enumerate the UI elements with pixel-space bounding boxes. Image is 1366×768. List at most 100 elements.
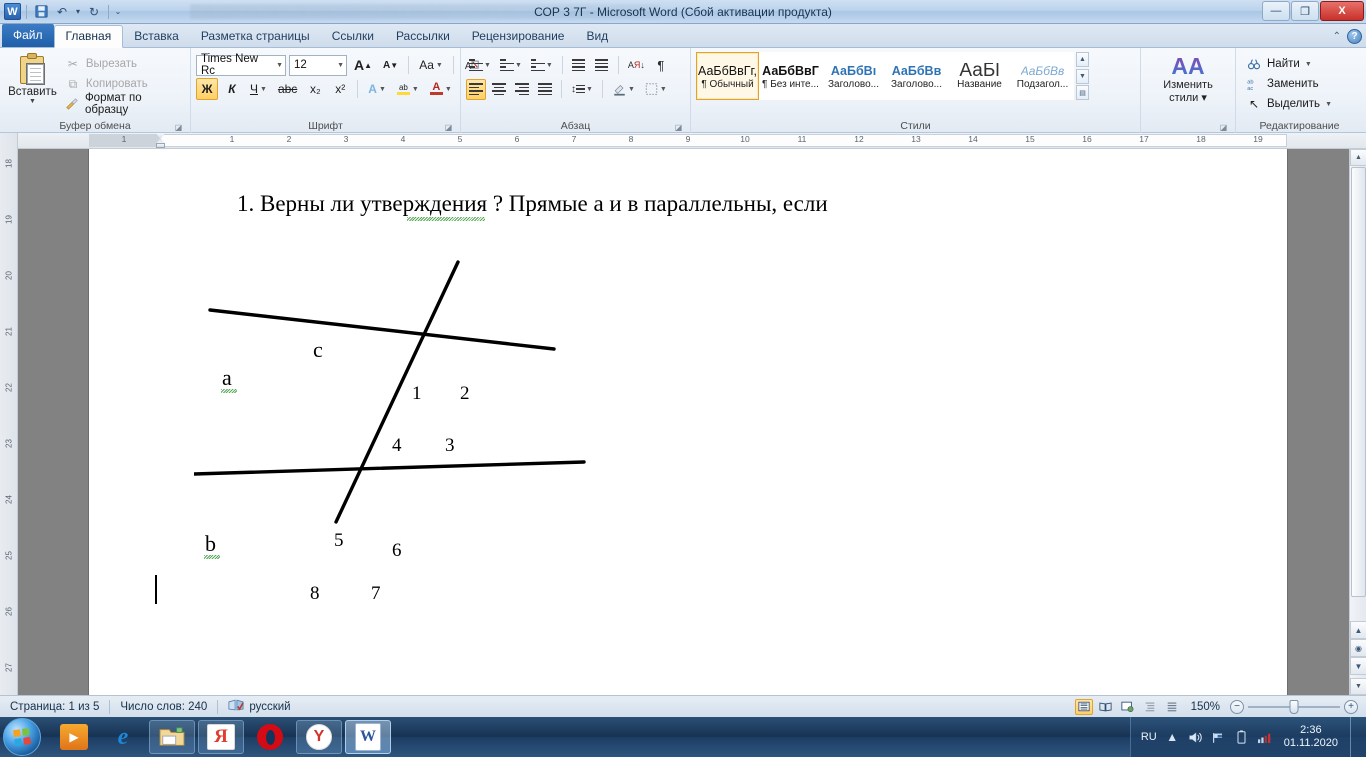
text-effects-button[interactable]: A ▼ [364,78,390,100]
scroll-down-button[interactable]: ▼ [1350,678,1366,695]
decrease-indent-button[interactable] [569,55,589,76]
underline-button[interactable]: Ч ▼ [246,78,271,100]
paste-dropdown-icon[interactable]: ▼ [29,98,36,105]
borders-button[interactable]: ▼ [641,79,670,100]
font-size-combo[interactable]: 12 ▼ [289,54,347,76]
style-item-no-spacing[interactable]: АаБбВвГ ¶ Без инте... [759,52,822,100]
taskbar-file-explorer[interactable] [149,720,195,754]
tab-references[interactable]: Ссылки [321,25,385,47]
zoom-level[interactable]: 150% [1185,701,1226,713]
bullets-button[interactable]: ▼ [466,55,494,76]
tab-file[interactable]: Файл [2,24,54,47]
copy-button[interactable]: ⧉ Копировать [62,75,185,93]
shrink-font-button[interactable]: A ▼ [379,54,402,76]
cut-button[interactable]: ✂ Вырезать [62,55,185,73]
style-item-title[interactable]: АаБl Название [948,52,1011,100]
help-icon[interactable]: ? [1347,29,1362,44]
line-spacing-button[interactable]: ↕ ▼ [568,79,596,100]
taskbar-opera[interactable] [247,720,293,754]
style-item-heading-1[interactable]: АаБбВı Заголово... [822,52,885,100]
align-right-button[interactable] [512,79,532,100]
increase-indent-button[interactable] [592,55,612,76]
document-paragraph[interactable]: 1. Верны ли утверждения ? Прямые а и в п… [237,191,828,217]
paragraph-dialog-launcher-icon[interactable]: ◪ [674,123,683,132]
styles-scroll-down-icon[interactable]: ▼ [1076,68,1089,84]
ribbon-right-controls[interactable]: ⌃ ? [1333,29,1362,44]
view-outline-button[interactable] [1141,699,1159,715]
style-item-subtitle[interactable]: АаБбВв Подзагол... [1011,52,1074,100]
font-color-button[interactable]: A ▼ [426,78,456,100]
multilevel-list-button[interactable]: ▼ [528,55,556,76]
highlight-button[interactable]: ab ▼ [393,78,423,100]
tab-mailings[interactable]: Рассылки [385,25,461,47]
restore-button[interactable]: ❐ [1291,1,1319,21]
superscript-button[interactable]: x² [329,78,351,100]
quick-access-toolbar[interactable]: W ↶ ▾ ↻ ⌄ [0,0,122,23]
zoom-out-button[interactable]: − [1230,699,1244,714]
volume-icon[interactable] [1188,731,1203,744]
grow-font-button[interactable]: A ▲ [350,54,376,76]
show-formatting-marks-button[interactable]: ¶ [651,55,671,76]
clipboard-dialog-launcher-icon[interactable]: ◪ [174,123,183,132]
taskbar-items[interactable]: ▶ e Я Y W [51,720,391,754]
styles-dialog-launcher-icon[interactable]: ◪ [1219,123,1228,132]
vertical-scrollbar[interactable]: ▲ ▲ ◉ ▼ ▼ [1349,149,1366,695]
taskbar-yandex-browser[interactable]: Y [296,720,342,754]
view-print-layout-button[interactable] [1074,698,1093,715]
align-center-button[interactable] [489,79,509,100]
document-canvas[interactable]: 1. Верны ли утверждения ? Прямые а и в п… [18,149,1349,695]
paste-button[interactable]: Вставить ▼ [5,51,60,105]
align-left-button[interactable] [466,78,486,100]
scrollbar-thumb[interactable] [1351,167,1366,597]
taskbar-internet-explorer[interactable]: e [100,720,146,754]
tab-review[interactable]: Рецензирование [461,25,576,47]
word-app-icon[interactable]: W [4,3,21,20]
word-count[interactable]: Число слов: 240 [110,696,217,717]
horizontal-ruler[interactable]: 1 1 2 3 4 5 6 7 8 9 10 11 12 13 14 15 16… [18,133,1366,149]
replace-button[interactable]: ab ac Заменить [1243,75,1335,93]
previous-page-button[interactable]: ▲ [1350,621,1366,639]
tab-view[interactable]: Вид [575,25,619,47]
customize-qat-icon[interactable]: ⌄ [114,7,122,16]
find-button[interactable]: Найти ▼ [1243,55,1335,73]
network-signal-icon[interactable] [1257,731,1272,744]
show-desktop-button[interactable] [1350,717,1360,757]
justify-button[interactable] [535,79,555,100]
shading-button[interactable]: ▼ [609,79,638,100]
view-draft-button[interactable] [1163,699,1181,715]
next-page-button[interactable]: ▼ [1350,657,1366,675]
show-hidden-icons-icon[interactable]: ▲ [1165,730,1180,744]
tab-page-layout[interactable]: Разметка страницы [190,25,321,47]
zoom-slider[interactable] [1248,699,1340,714]
bold-button[interactable]: Ж [196,78,218,100]
zoom-in-button[interactable]: + [1344,699,1358,714]
view-full-screen-reading-button[interactable] [1097,699,1115,715]
page-indicator[interactable]: Страница: 1 из 5 [0,696,109,717]
left-indent-marker[interactable] [156,143,165,148]
taskbar-yandex[interactable]: Я [198,720,244,754]
language-indicator-tray[interactable]: RU [1141,731,1157,743]
tab-insert[interactable]: Вставка [123,25,190,47]
start-button[interactable] [3,718,41,756]
save-icon[interactable] [32,3,50,21]
collapse-ribbon-icon[interactable]: ⌃ [1333,31,1341,42]
numbering-button[interactable]: ▼ [497,55,525,76]
format-painter-button[interactable]: Формат по образцу [62,92,185,116]
scroll-up-button[interactable]: ▲ [1350,149,1366,166]
language-indicator[interactable]: русский [218,696,300,717]
minimize-button[interactable]: — [1262,1,1290,21]
document-page[interactable]: 1. Верны ли утверждения ? Прямые а и в п… [89,149,1287,695]
vertical-ruler[interactable]: 18 19 20 21 22 23 24 25 26 27 [0,133,18,695]
styles-gallery-nav[interactable]: ▲ ▼ ▤ [1076,52,1089,100]
action-center-flag-icon[interactable] [1211,731,1226,744]
redo-icon[interactable]: ↻ [85,3,103,21]
taskbar-windows-media-player[interactable]: ▶ [51,720,97,754]
style-item-heading-2[interactable]: АаБбВв Заголово... [885,52,948,100]
styles-gallery[interactable]: АаБбВвГг, ¶ Обычный АаБбВвГ ¶ Без инте..… [696,51,1089,100]
clock[interactable]: 2:36 01.11.2020 [1280,724,1342,750]
font-dialog-launcher-icon[interactable]: ◪ [444,123,453,132]
taskbar-microsoft-word[interactable]: W [345,720,391,754]
close-button[interactable]: X [1320,1,1364,21]
change-case-button[interactable]: Aa ▼ [415,54,447,76]
change-styles-button[interactable]: AA Изменить стили ▾ [1146,51,1230,105]
